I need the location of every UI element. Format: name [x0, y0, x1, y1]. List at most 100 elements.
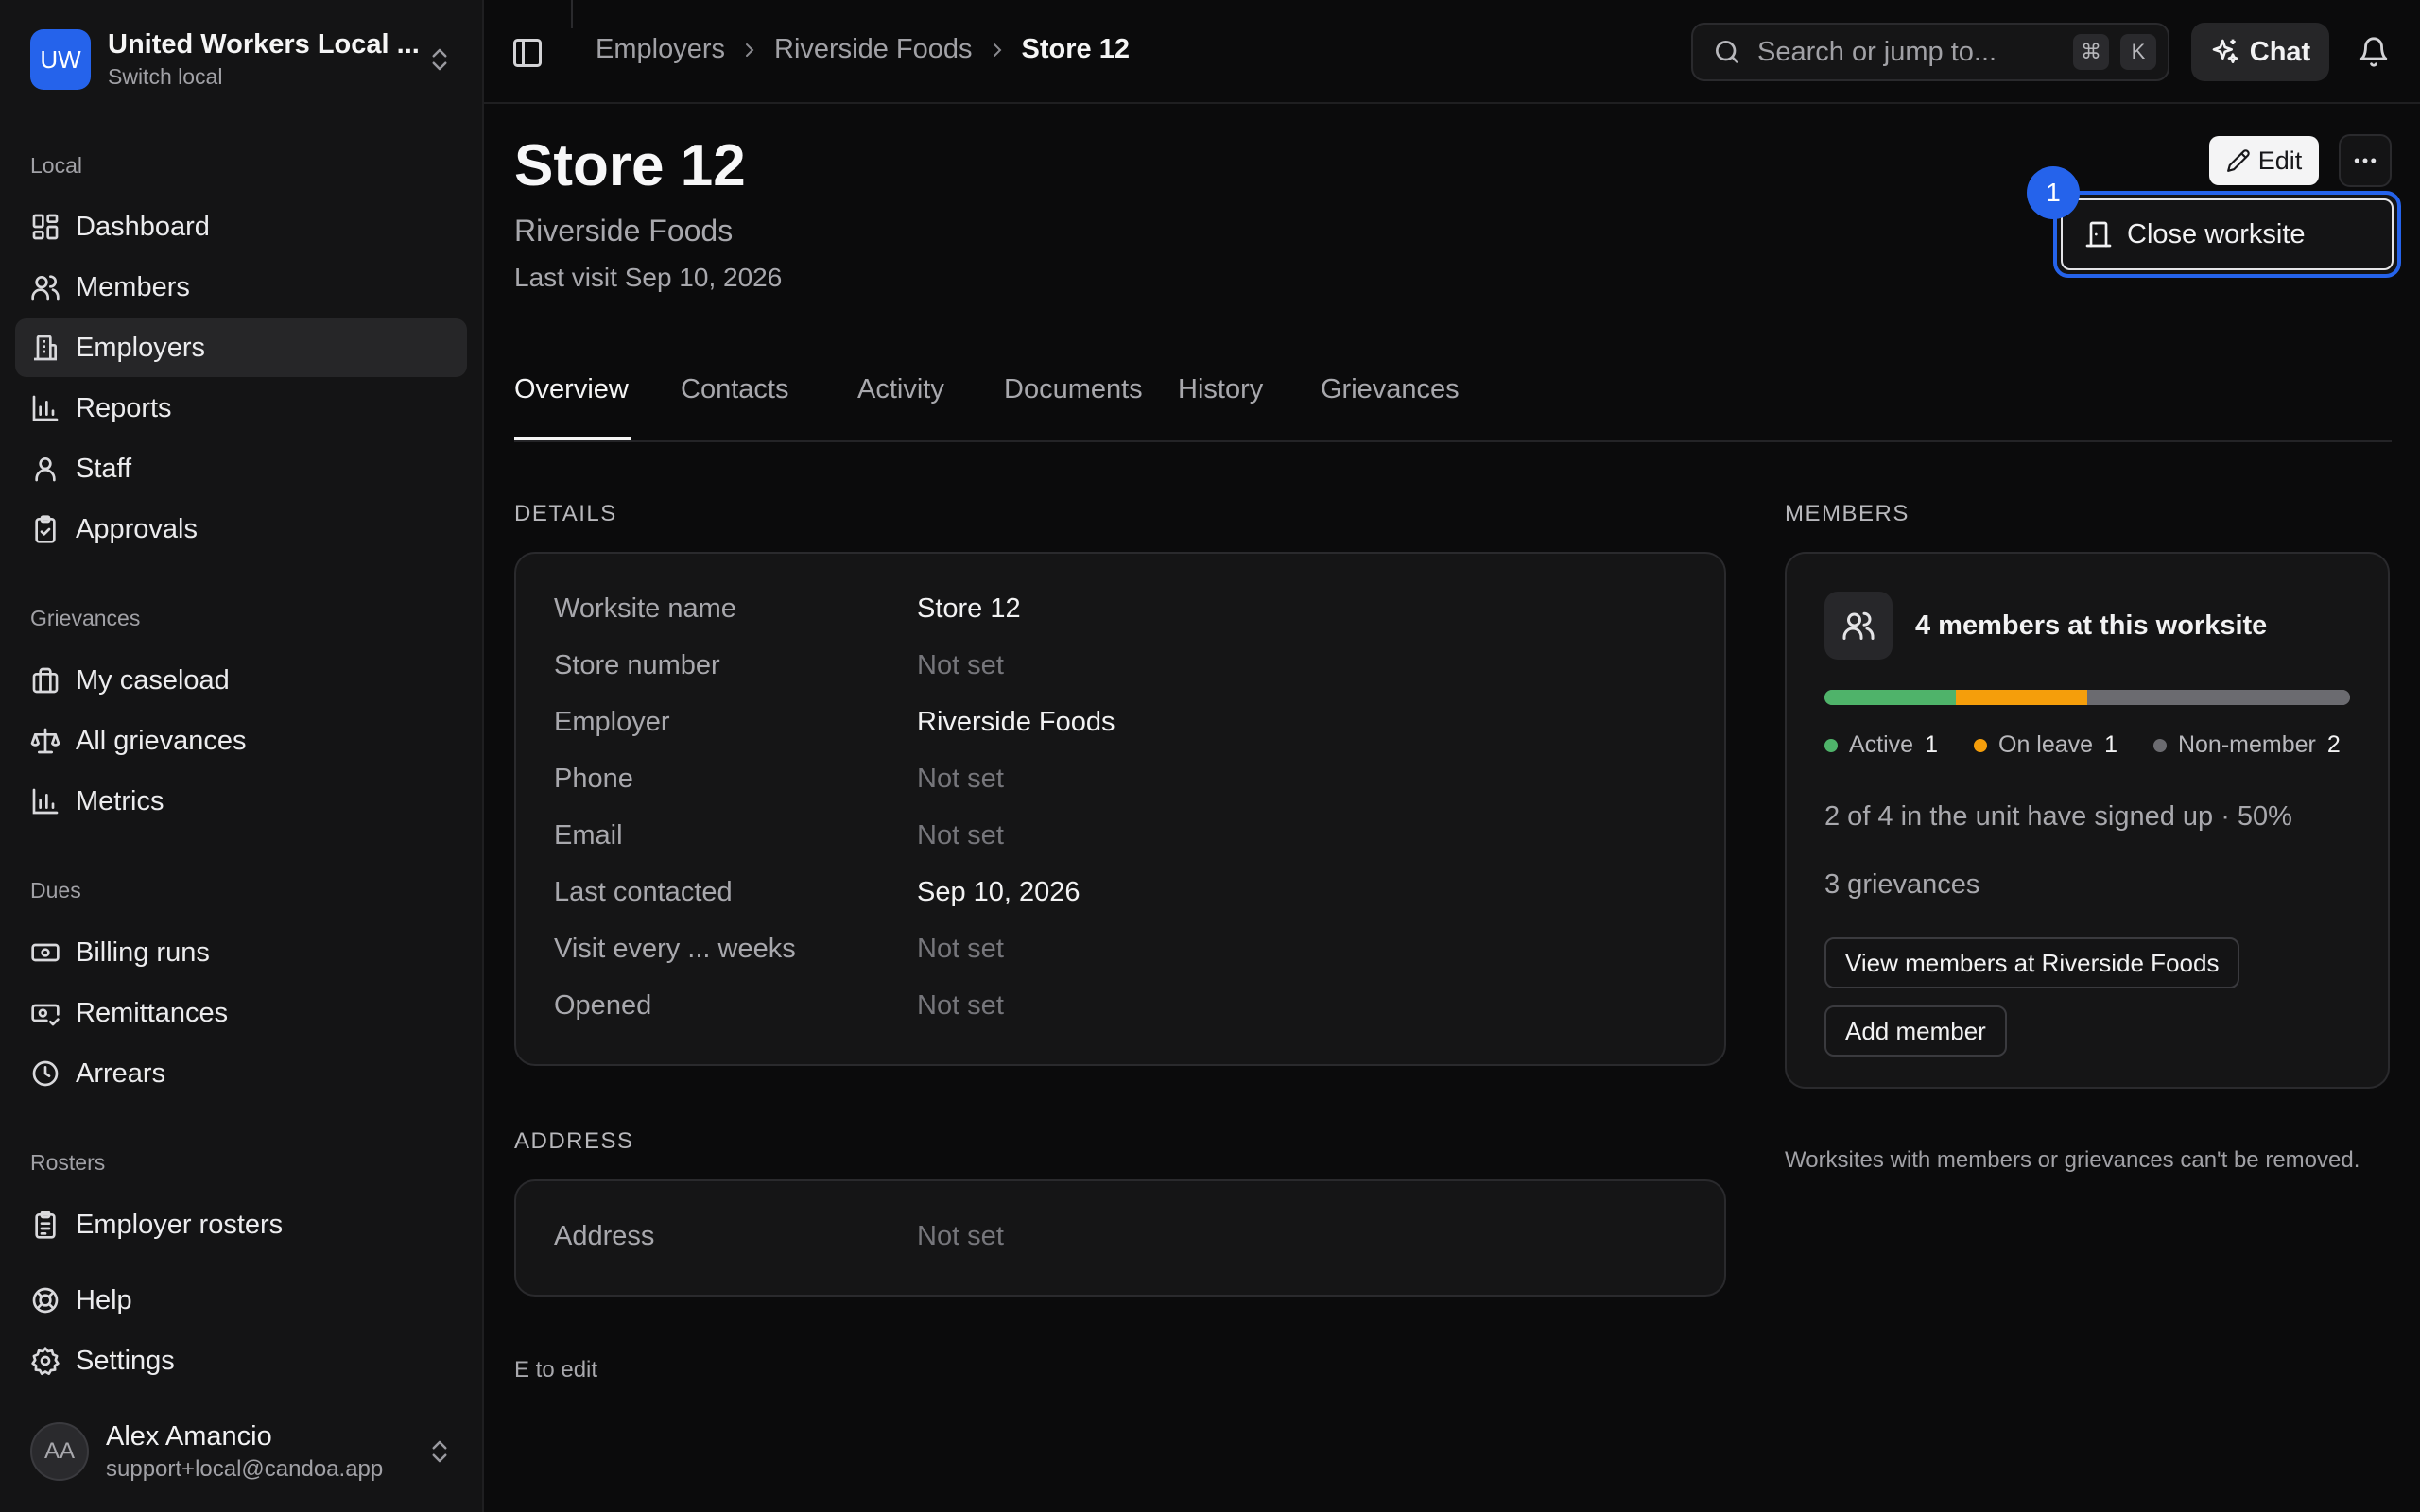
sidebar-item-label: Approvals	[76, 513, 198, 544]
chat-label: Chat	[2249, 36, 2311, 67]
address-value: Not set	[917, 1221, 1004, 1251]
sidebar-item-label: Dashboard	[76, 211, 210, 242]
detail-value: Not set	[917, 990, 1004, 1021]
detail-label: Worksite name	[554, 593, 736, 624]
detail-value: Not set	[917, 934, 1004, 964]
search-input[interactable]: Search or jump to... ⌘ K	[1691, 23, 2169, 81]
tab-activity[interactable]: Activity	[857, 374, 944, 440]
legend-label: On leave	[1998, 731, 2094, 758]
legend-on-leave: On leave 1	[1974, 731, 2118, 759]
sidebar-item-reports[interactable]: Reports	[15, 379, 467, 438]
legend-dot	[2152, 738, 2167, 752]
detail-label: Store number	[554, 650, 720, 680]
bell-icon[interactable]	[2358, 36, 2390, 68]
view-members-button[interactable]: View members at Riverside Foods	[1824, 937, 2240, 988]
step-badge: 1	[2027, 166, 2080, 219]
sidebar-item-arrears[interactable]: Arrears	[15, 1044, 467, 1103]
chevrons-up-down-icon	[432, 1440, 447, 1463]
sidebar-item-my-caseload[interactable]: My caseload	[15, 651, 467, 710]
members-heading: MEMBERS	[1785, 501, 1910, 526]
detail-row-email: Email Not set	[554, 820, 1688, 858]
sidebar-item-billing-runs[interactable]: Billing runs	[15, 923, 467, 982]
sidebar-item-staff[interactable]: Staff	[15, 439, 467, 498]
sidebar-item-metrics[interactable]: Metrics	[15, 772, 467, 831]
legend-dot	[1974, 738, 1987, 752]
legend-count: 2	[2326, 731, 2341, 758]
sidebar-item-settings[interactable]: Settings	[15, 1332, 467, 1390]
scale-icon	[30, 728, 60, 754]
legend-count: 1	[2104, 731, 2118, 758]
legend-label: Non-member	[2177, 731, 2316, 758]
detail-row-last-contacted: Last contacted Sep 10, 2026	[554, 877, 1688, 915]
section-label-local: Local	[30, 153, 82, 178]
sidebar-item-help[interactable]: Help	[15, 1271, 467, 1330]
detail-value: Not set	[917, 764, 1004, 794]
user-email: support+local@candoa.app	[106, 1455, 384, 1482]
life-buoy-icon	[32, 1287, 59, 1314]
add-member-button[interactable]: Add member	[1824, 1005, 2007, 1057]
more-actions-button[interactable]	[2339, 134, 2392, 187]
gear-icon	[31, 1347, 60, 1376]
user-menu[interactable]: AA Alex Amancio support+local@candoa.app	[30, 1418, 454, 1486]
breadcrumb-employer[interactable]: Riverside Foods	[774, 34, 973, 65]
tab-grievances[interactable]: Grievances	[1321, 374, 1460, 440]
sidebar-item-label: Remittances	[76, 997, 229, 1028]
door-icon	[2085, 221, 2112, 248]
detail-row-worksite-name: Worksite name Store 12	[554, 593, 1688, 631]
sidebar-item-approvals[interactable]: Approvals	[15, 500, 467, 558]
sidebar-item-label: Members	[76, 271, 190, 302]
banknote-icon	[31, 943, 60, 962]
detail-value: Not set	[917, 820, 1004, 850]
membership-bar-segment	[2087, 690, 2350, 705]
sidebar-item-employers[interactable]: Employers	[15, 318, 467, 377]
chevrons-up-down-icon	[432, 48, 447, 71]
sidebar-item-employer-rosters[interactable]: Employer rosters	[15, 1195, 467, 1254]
local-switcher[interactable]: UW United Workers Local ... Switch local	[30, 28, 454, 91]
sidebar-item-label: Help	[76, 1284, 132, 1315]
tab-contacts[interactable]: Contacts	[681, 374, 788, 440]
address-heading: ADDRESS	[514, 1128, 634, 1154]
sidebar-item-all-grievances[interactable]: All grievances	[15, 712, 467, 770]
sidebar-item-label: Reports	[76, 392, 172, 423]
detail-value: Riverside Foods	[917, 707, 1115, 737]
membership-bar-segment	[1956, 690, 2087, 705]
main-content: Store 12 Riverside Foods Last visit Sep …	[484, 104, 2420, 1512]
org-subtitle: Switch local	[108, 64, 223, 89]
sidebar-item-dashboard[interactable]: Dashboard	[15, 198, 467, 256]
detail-label: Employer	[554, 707, 670, 737]
tab-documents[interactable]: Documents	[1004, 374, 1143, 440]
legend-count: 1	[1925, 731, 1938, 758]
legend-non-member: Non-member 2	[2152, 731, 2341, 759]
members-card: 4 members at this worksite Active 1 On l…	[1785, 552, 2390, 1089]
tab-overview[interactable]: Overview	[514, 374, 631, 440]
building-icon	[34, 335, 57, 361]
sidebar-toggle-icon[interactable]	[510, 36, 544, 70]
sidebar-item-label: All grievances	[76, 725, 247, 756]
legend-label: Active	[1849, 731, 1914, 758]
tab-history[interactable]: History	[1178, 374, 1263, 440]
breadcrumb: Employers Riverside Foods Store 12	[596, 34, 1130, 65]
bar-chart-icon	[32, 395, 59, 421]
breadcrumb-employers[interactable]: Employers	[596, 34, 725, 65]
membership-bar-segment	[1824, 690, 1956, 705]
users-icon	[1842, 611, 1875, 640]
sidebar-item-members[interactable]: Members	[15, 258, 467, 317]
legend-dot	[1824, 738, 1838, 752]
last-visit: Last visit Sep 10, 2026	[514, 263, 783, 292]
detail-label: Phone	[554, 764, 633, 794]
search-icon	[1716, 41, 1738, 63]
details-heading: DETAILS	[514, 501, 617, 526]
close-worksite-menu-item[interactable]: Close worksite	[2061, 198, 2394, 270]
org-name: United Workers Local ...	[108, 29, 420, 60]
edit-button[interactable]: Edit	[2209, 136, 2319, 185]
chevron-right-icon	[746, 43, 754, 57]
detail-value: Sep 10, 2026	[917, 877, 1080, 907]
signup-summary: 2 of 4 in the unit have signed up · 50%	[1824, 801, 2292, 832]
chat-button[interactable]: Chat	[2191, 23, 2329, 81]
detail-label: Opened	[554, 990, 652, 1021]
briefcase-icon	[32, 667, 59, 694]
detail-row-phone: Phone Not set	[554, 764, 1688, 801]
sidebar-item-remittances[interactable]: Remittances	[15, 984, 467, 1042]
sidebar-item-label: Metrics	[76, 785, 164, 816]
detail-value: Not set	[917, 650, 1004, 680]
